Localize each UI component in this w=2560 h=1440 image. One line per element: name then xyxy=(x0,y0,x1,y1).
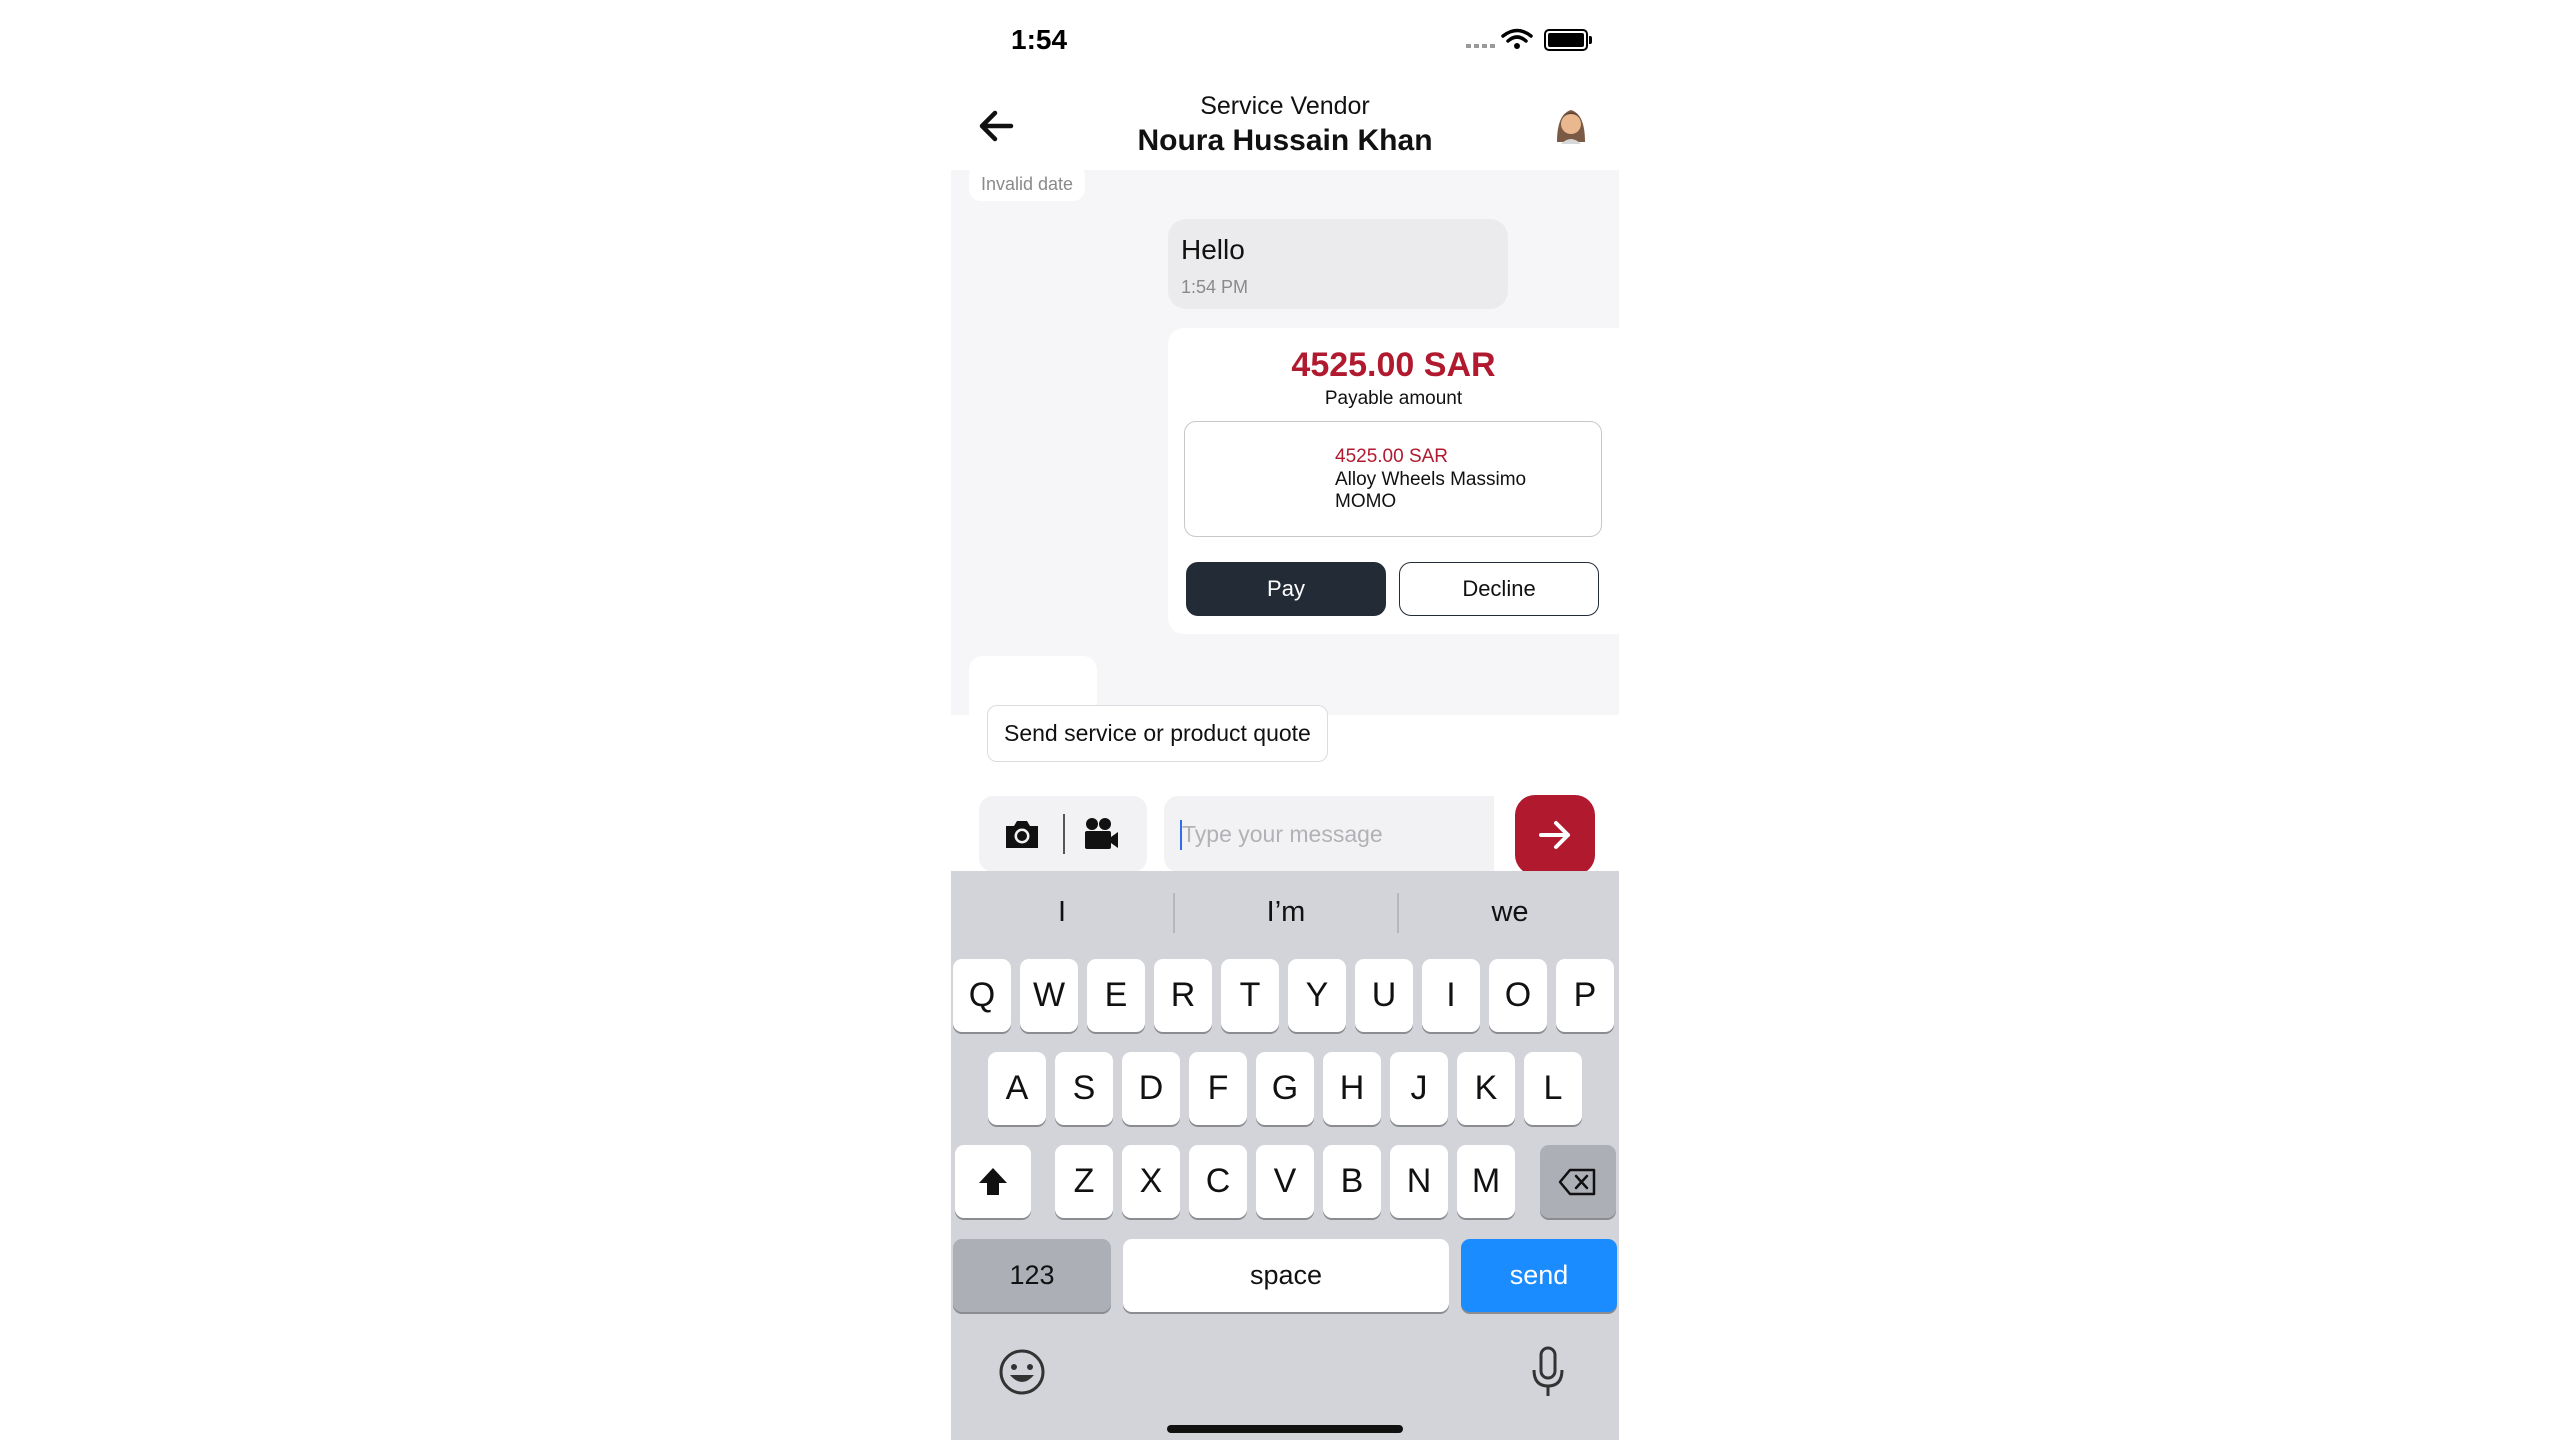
chat-messages-area[interactable]: Invalid date Hello 1:54 PM 4525.00 SAR P… xyxy=(951,170,1619,715)
key-x[interactable]: X xyxy=(1122,1145,1180,1218)
text-cursor xyxy=(1180,820,1182,850)
chat-contact-name: Noura Hussain Khan xyxy=(1137,124,1433,157)
delete-key[interactable] xyxy=(1540,1145,1616,1218)
key-o[interactable]: O xyxy=(1489,959,1547,1032)
quote-item-card[interactable]: 4525.00 SAR Alloy Wheels Massimo MOMO xyxy=(1184,421,1602,537)
send-quote-suggestion-button[interactable]: Send service or product quote xyxy=(987,705,1328,762)
key-m[interactable]: M xyxy=(1457,1145,1515,1218)
key-e[interactable]: E xyxy=(1087,959,1145,1032)
contact-avatar[interactable] xyxy=(1551,102,1591,146)
payable-amount: 4525.00 SAR xyxy=(1291,346,1496,384)
key-w[interactable]: W xyxy=(1020,959,1078,1032)
key-s[interactable]: S xyxy=(1055,1052,1113,1125)
key-n[interactable]: N xyxy=(1390,1145,1448,1218)
quote-card: 4525.00 SAR Payable amount 4525.00 SAR A… xyxy=(1168,328,1619,634)
item-price: 4525.00 SAR xyxy=(1335,446,1449,467)
key-j[interactable]: J xyxy=(1390,1052,1448,1125)
battery-icon xyxy=(1544,29,1592,51)
key-z[interactable]: Z xyxy=(1055,1145,1113,1218)
key-h[interactable]: H xyxy=(1323,1052,1381,1125)
video-camera-icon[interactable] xyxy=(1082,815,1120,853)
shift-key[interactable] xyxy=(955,1145,1031,1218)
key-i[interactable]: I xyxy=(1422,959,1480,1032)
space-key[interactable]: space xyxy=(1123,1239,1449,1312)
key-g[interactable]: G xyxy=(1256,1052,1314,1125)
key-r[interactable]: R xyxy=(1154,959,1212,1032)
home-indicator[interactable] xyxy=(1167,1425,1403,1433)
message-bubble-outgoing: Hello 1:54 PM xyxy=(1168,219,1508,309)
key-k[interactable]: K xyxy=(1457,1052,1515,1125)
numbers-key[interactable]: 123 xyxy=(953,1239,1111,1312)
payable-amount-label: Payable amount xyxy=(1324,388,1463,409)
emoji-icon[interactable] xyxy=(997,1347,1047,1397)
status-time: 1:54 xyxy=(1011,24,1068,55)
arrow-right-icon xyxy=(1539,821,1570,849)
key-u[interactable]: U xyxy=(1355,959,1413,1032)
system-keyboard: I I’m we Q W E R T Y U I O P A S D F G H… xyxy=(951,871,1619,1440)
camera-icon[interactable] xyxy=(1003,815,1041,853)
shift-arrow-icon xyxy=(979,1167,1007,1195)
media-divider xyxy=(1063,814,1065,854)
key-q[interactable]: Q xyxy=(953,959,1011,1032)
key-a[interactable]: A xyxy=(988,1052,1046,1125)
key-d[interactable]: D xyxy=(1122,1052,1180,1125)
key-l[interactable]: L xyxy=(1524,1052,1582,1125)
microphone-icon[interactable] xyxy=(1529,1345,1567,1399)
key-v[interactable]: V xyxy=(1256,1145,1314,1218)
phone-screen: 1:54 Service Vendor Noura Hussain Khan I… xyxy=(951,0,1619,1440)
date-separator: Invalid date xyxy=(969,170,1086,201)
cellular-signal-icon xyxy=(1466,44,1496,48)
wifi-icon xyxy=(1501,28,1533,49)
media-attachment-bar xyxy=(979,796,1147,872)
prediction-3[interactable]: we xyxy=(1399,887,1619,937)
chat-role-subtitle: Service Vendor xyxy=(1200,92,1370,120)
key-p[interactable]: P xyxy=(1556,959,1614,1032)
send-message-button[interactable] xyxy=(1515,795,1595,875)
key-f[interactable]: F xyxy=(1189,1052,1247,1125)
decline-button[interactable]: Decline xyxy=(1399,562,1599,616)
key-b[interactable]: B xyxy=(1323,1145,1381,1218)
prediction-1[interactable]: I xyxy=(951,887,1173,937)
message-text: Hello xyxy=(1181,234,1245,265)
key-c[interactable]: C xyxy=(1189,1145,1247,1218)
pay-button[interactable]: Pay xyxy=(1186,562,1386,616)
message-timestamp: 1:54 PM xyxy=(1181,277,1249,297)
send-key[interactable]: send xyxy=(1461,1239,1617,1312)
prediction-2[interactable]: I’m xyxy=(1175,887,1397,937)
message-input[interactable] xyxy=(1182,818,1482,850)
backspace-icon xyxy=(1558,1168,1596,1195)
key-t[interactable]: T xyxy=(1221,959,1279,1032)
key-y[interactable]: Y xyxy=(1288,959,1346,1032)
item-name: Alloy Wheels Massimo MOMO xyxy=(1335,469,1527,512)
message-input-container[interactable] xyxy=(1164,796,1494,872)
